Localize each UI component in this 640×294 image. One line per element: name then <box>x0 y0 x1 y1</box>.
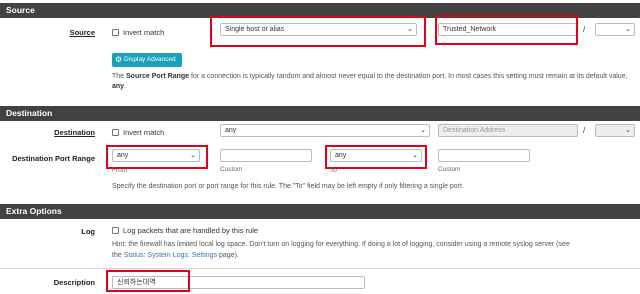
port-to-sublabel: To <box>330 167 337 174</box>
source-label: Source <box>69 28 95 37</box>
destination-panel-header: Destination <box>0 106 640 121</box>
source-invert-checkbox[interactable] <box>112 29 119 36</box>
port-from-highlight <box>106 145 208 169</box>
destination-invert-checkbox[interactable] <box>112 129 119 136</box>
port-to-highlight <box>325 145 427 169</box>
log-checkbox-label: Log packets that are handled by this rul… <box>123 226 259 235</box>
source-type-highlight <box>210 16 426 47</box>
port-from-sublabel: From <box>112 167 128 174</box>
destination-port-from-custom[interactable] <box>220 149 312 162</box>
source-address-highlight <box>435 15 578 45</box>
source-mask-select[interactable]: ⌄ <box>595 23 635 36</box>
destination-label: Destination <box>54 128 95 137</box>
chevron-down-icon: ⌄ <box>420 127 426 134</box>
extra-options-panel-header: Extra Options <box>0 204 640 219</box>
destination-port-help: Specify the destination port or port ran… <box>112 183 464 190</box>
log-help-line-1: Hint: the firewall has limited local log… <box>112 241 570 248</box>
divider <box>0 268 640 269</box>
port-custom1-sublabel: Custom <box>220 166 243 173</box>
source-port-help: The Source Port Range for a connection i… <box>112 73 628 90</box>
system-logs-settings-link[interactable]: Status: System Logs: Settings <box>124 252 217 259</box>
description-highlight <box>106 270 190 292</box>
gear-icon: ⚙ <box>115 55 123 64</box>
source-slash: / <box>583 25 586 34</box>
chevron-down-icon: ⌄ <box>625 26 631 33</box>
destination-slash: / <box>583 126 586 135</box>
log-help-line-2: the Status: System Logs: Settings page). <box>112 252 239 259</box>
log-label: Log <box>81 227 95 236</box>
destination-address-input[interactable]: Destination Address <box>438 124 578 137</box>
source-invert-label: Invert match <box>123 28 165 37</box>
display-advanced-button[interactable]: ⚙ Display Advanced <box>112 53 182 67</box>
log-checkbox[interactable] <box>112 227 119 234</box>
destination-mask-select[interactable]: ⌄ <box>595 124 635 137</box>
destination-invert-label: Invert match <box>123 128 165 137</box>
destination-port-to-custom[interactable] <box>438 149 530 162</box>
chevron-down-icon: ⌄ <box>625 127 631 134</box>
description-label: Description <box>53 278 95 287</box>
port-custom2-sublabel: Custom <box>438 166 461 173</box>
destination-port-label: Destination Port Range <box>12 154 95 163</box>
destination-type-select[interactable]: any ⌄ <box>220 124 430 137</box>
